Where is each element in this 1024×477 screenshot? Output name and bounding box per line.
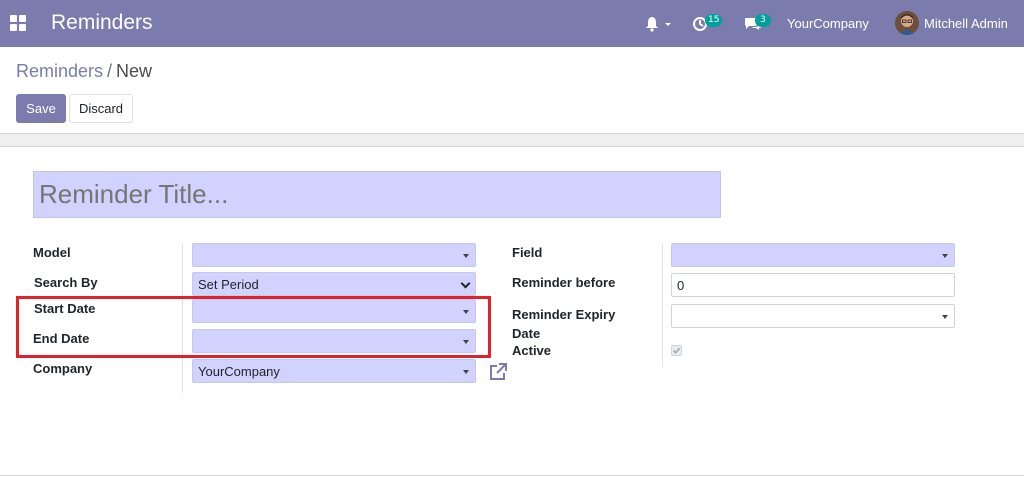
model-label: Model — [33, 245, 71, 260]
activity-count-badge: 15 — [705, 14, 723, 27]
chevron-down-icon — [460, 278, 471, 289]
dropdown-caret-icon — [463, 370, 469, 374]
search-by-select[interactable]: Set Period — [192, 272, 476, 296]
discard-button[interactable]: Discard — [69, 94, 133, 123]
reminder-before-label: Reminder before — [512, 275, 616, 290]
top-navbar: Reminders 15 3 YourCompany Mitchell Admi… — [0, 0, 1024, 47]
reminder-expiry-date-label: Reminder Expiry Date — [512, 307, 616, 341]
notification-bell-icon[interactable] — [645, 15, 673, 33]
activity-clock-button[interactable]: 15 — [692, 14, 726, 34]
messages-button[interactable]: 3 — [743, 14, 773, 34]
company-switcher[interactable]: YourCompany — [787, 16, 869, 31]
active-label: Active — [512, 343, 552, 358]
message-count-badge: 3 — [755, 14, 771, 27]
dropdown-caret-icon — [463, 254, 469, 258]
field-select[interactable] — [671, 243, 955, 267]
control-panel-divider — [0, 133, 1024, 147]
breadcrumb: Reminders / New — [16, 61, 152, 82]
right-group-divider — [662, 243, 663, 367]
dropdown-caret-icon — [942, 315, 948, 319]
company-select[interactable]: YourCompany — [192, 359, 476, 383]
sheet-bottom-border — [0, 475, 1024, 476]
apps-grid-icon[interactable] — [10, 15, 26, 31]
breadcrumb-parent-link[interactable]: Reminders — [16, 61, 103, 81]
search-by-label: Search By — [34, 275, 98, 290]
external-link-icon[interactable] — [488, 362, 508, 382]
user-menu[interactable]: Mitchell Admin — [924, 16, 1008, 31]
save-button[interactable]: Save — [16, 94, 66, 123]
breadcrumb-current: New — [116, 61, 153, 81]
reminder-expiry-date-select[interactable] — [671, 304, 955, 328]
app-title[interactable]: Reminders — [51, 11, 153, 35]
reminder-title-input[interactable] — [33, 171, 721, 218]
breadcrumb-separator: / — [107, 61, 113, 81]
reminder-before-input[interactable]: 0 — [671, 273, 955, 297]
company-label: Company — [33, 361, 93, 376]
field-label: Field — [512, 245, 543, 260]
dropdown-caret-icon — [942, 254, 948, 258]
model-select[interactable] — [192, 243, 476, 267]
checkmark-icon — [673, 347, 681, 354]
user-avatar[interactable] — [895, 11, 919, 35]
date-fields-highlight-box — [16, 296, 491, 358]
active-checkbox[interactable] — [671, 345, 682, 356]
